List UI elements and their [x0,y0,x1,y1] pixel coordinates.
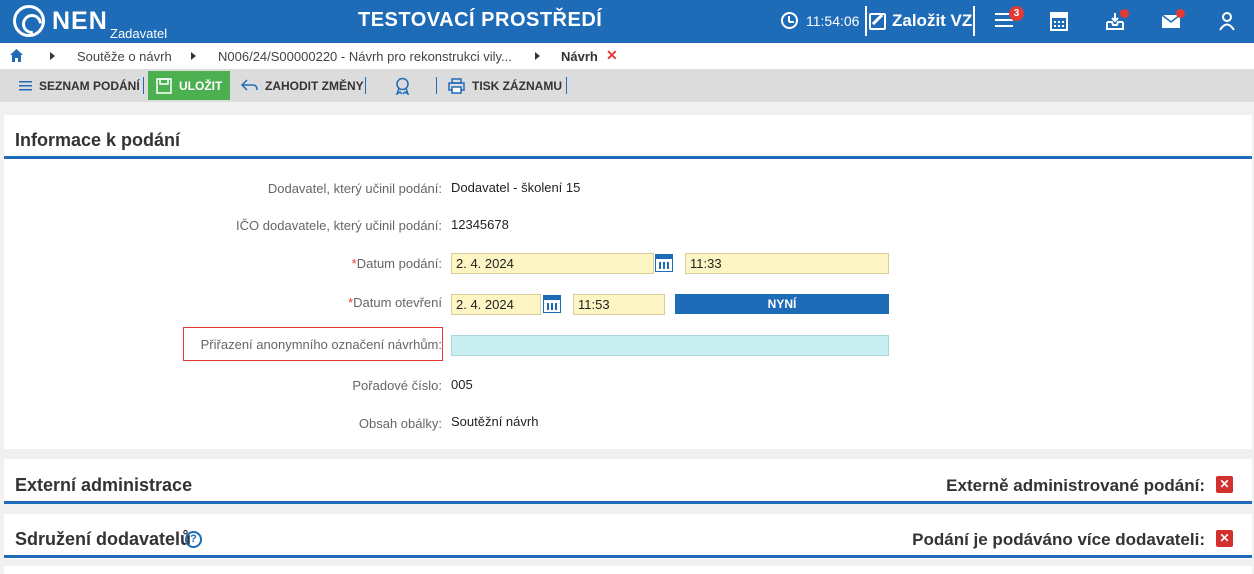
breadcrumb: Soutěže o návrh N006/24/S00000220 - Návr… [0,43,1254,69]
undo-icon [241,79,258,91]
save-label: ULOŽIT [179,78,223,93]
chevron-right-icon [50,52,55,60]
nen-logo-icon[interactable] [13,5,45,37]
print-record-button[interactable]: TISK ZÁZNAMU [448,69,562,102]
list-submissions-label: SEZNAM PODÁNÍ [39,78,140,93]
logo-text[interactable]: NEN [52,7,108,36]
order-number-value: 005 [451,377,473,392]
print-icon [448,77,465,94]
logo-subtitle: Zadavatel [110,26,168,41]
discard-changes-button[interactable]: ZAHODIT ZMĚNY [241,69,364,102]
create-vz-label: Založit VZ [892,11,973,30]
divider [865,6,867,36]
chevron-right-icon [191,52,196,60]
open-date-field[interactable]: 2. 4. 2024 [451,294,541,315]
user-icon[interactable] [1216,10,1238,32]
close-icon[interactable]: ✕ [606,47,618,64]
clock-icon [781,12,798,29]
award-icon[interactable] [394,77,411,95]
print-record-label: TISK ZÁZNAMU [472,78,562,93]
notification-dot [1120,9,1129,18]
order-number-label: Pořadové číslo: [352,378,442,393]
edit-icon [869,12,886,30]
notification-dot [1176,9,1185,18]
supplier-value: Dodavatel - školení 15 [451,180,581,195]
supplier-association-panel: Sdružení dodavatelů ? Podání je podáváno… [4,514,1252,559]
submit-time-field[interactable]: 11:33 [685,253,889,274]
close-icon[interactable]: ✕ [1216,476,1233,493]
calendar-icon[interactable] [543,295,561,313]
now-button[interactable]: NYNÍ [675,294,889,314]
top-bar: NEN Zadavatel TESTOVACÍ PROSTŘEDÍ 11:54:… [0,0,1254,43]
submission-info-panel: Informace k podání Dodavatel, který učin… [4,115,1252,449]
breadcrumb-item[interactable]: Soutěže o návrh [77,49,172,64]
submit-date-field[interactable]: 2. 4. 2024 [451,253,654,274]
discard-changes-label: ZAHODIT ZMĚNY [265,78,364,93]
divider [973,6,975,36]
divider [436,77,437,94]
divider [566,77,567,94]
create-vz-button[interactable]: Založit VZ [869,7,972,35]
toolbar: SEZNAM PODÁNÍ ULOŽIT ZAHODIT ZMĚNY TISK … [0,69,1254,102]
panel-divider [4,555,1252,558]
save-icon [156,77,172,94]
envelope-label: Obsah obálky: [358,416,442,431]
panel-title: Informace k podání [15,130,181,150]
environment-title: TESTOVACÍ PROSTŘEDÍ [358,9,603,31]
external-admin-panel: Externí administrace Externě administrov… [4,459,1252,504]
list-icon [19,81,32,91]
breadcrumb-item[interactable]: N006/24/S00000220 - Návrh pro rekonstruk… [218,49,512,64]
panel-title: Sdružení dodavatelů [15,529,192,549]
panel-continuation [4,566,1252,574]
home-icon[interactable] [10,49,23,62]
calendar-icon[interactable] [655,254,673,272]
ico-label: IČO dodavatele, který učinil podání: [236,218,442,233]
open-date-label: *2. 4. 2024Datum otevření [348,295,442,310]
ico-value: 12345678 [451,217,509,232]
external-admin-label: Externě administrované podání: [946,476,1205,495]
divider [365,77,366,94]
session-time: 11:54:06 [806,13,860,29]
supplier-label: Dodavatel, který učinil podání: [267,181,442,196]
open-time-field[interactable]: 11:53 [573,294,665,315]
help-icon[interactable]: ? [185,531,202,548]
panel-title: Externí administrace [15,475,193,495]
anonymous-label: Přiřazení anonymního označení návrhům: [200,337,442,352]
divider [143,77,144,94]
breadcrumb-current: Návrh [561,49,598,64]
chevron-right-icon [535,52,540,60]
save-button[interactable]: ULOŽIT [148,71,231,100]
panel-divider [4,501,1252,504]
panel-divider [4,156,1252,159]
close-icon[interactable]: ✕ [1216,530,1233,547]
multi-supplier-label: Podání je podáváno více dodavateli: [912,530,1205,549]
anonymous-field[interactable] [451,335,889,356]
envelope-value: Soutěžní návrh [451,414,539,429]
menu-badge: 3 [1009,6,1024,21]
list-submissions-button[interactable]: SEZNAM PODÁNÍ [19,69,140,102]
submit-date-label: *Datum podání: [351,256,442,271]
calculator-icon[interactable] [1048,10,1070,32]
